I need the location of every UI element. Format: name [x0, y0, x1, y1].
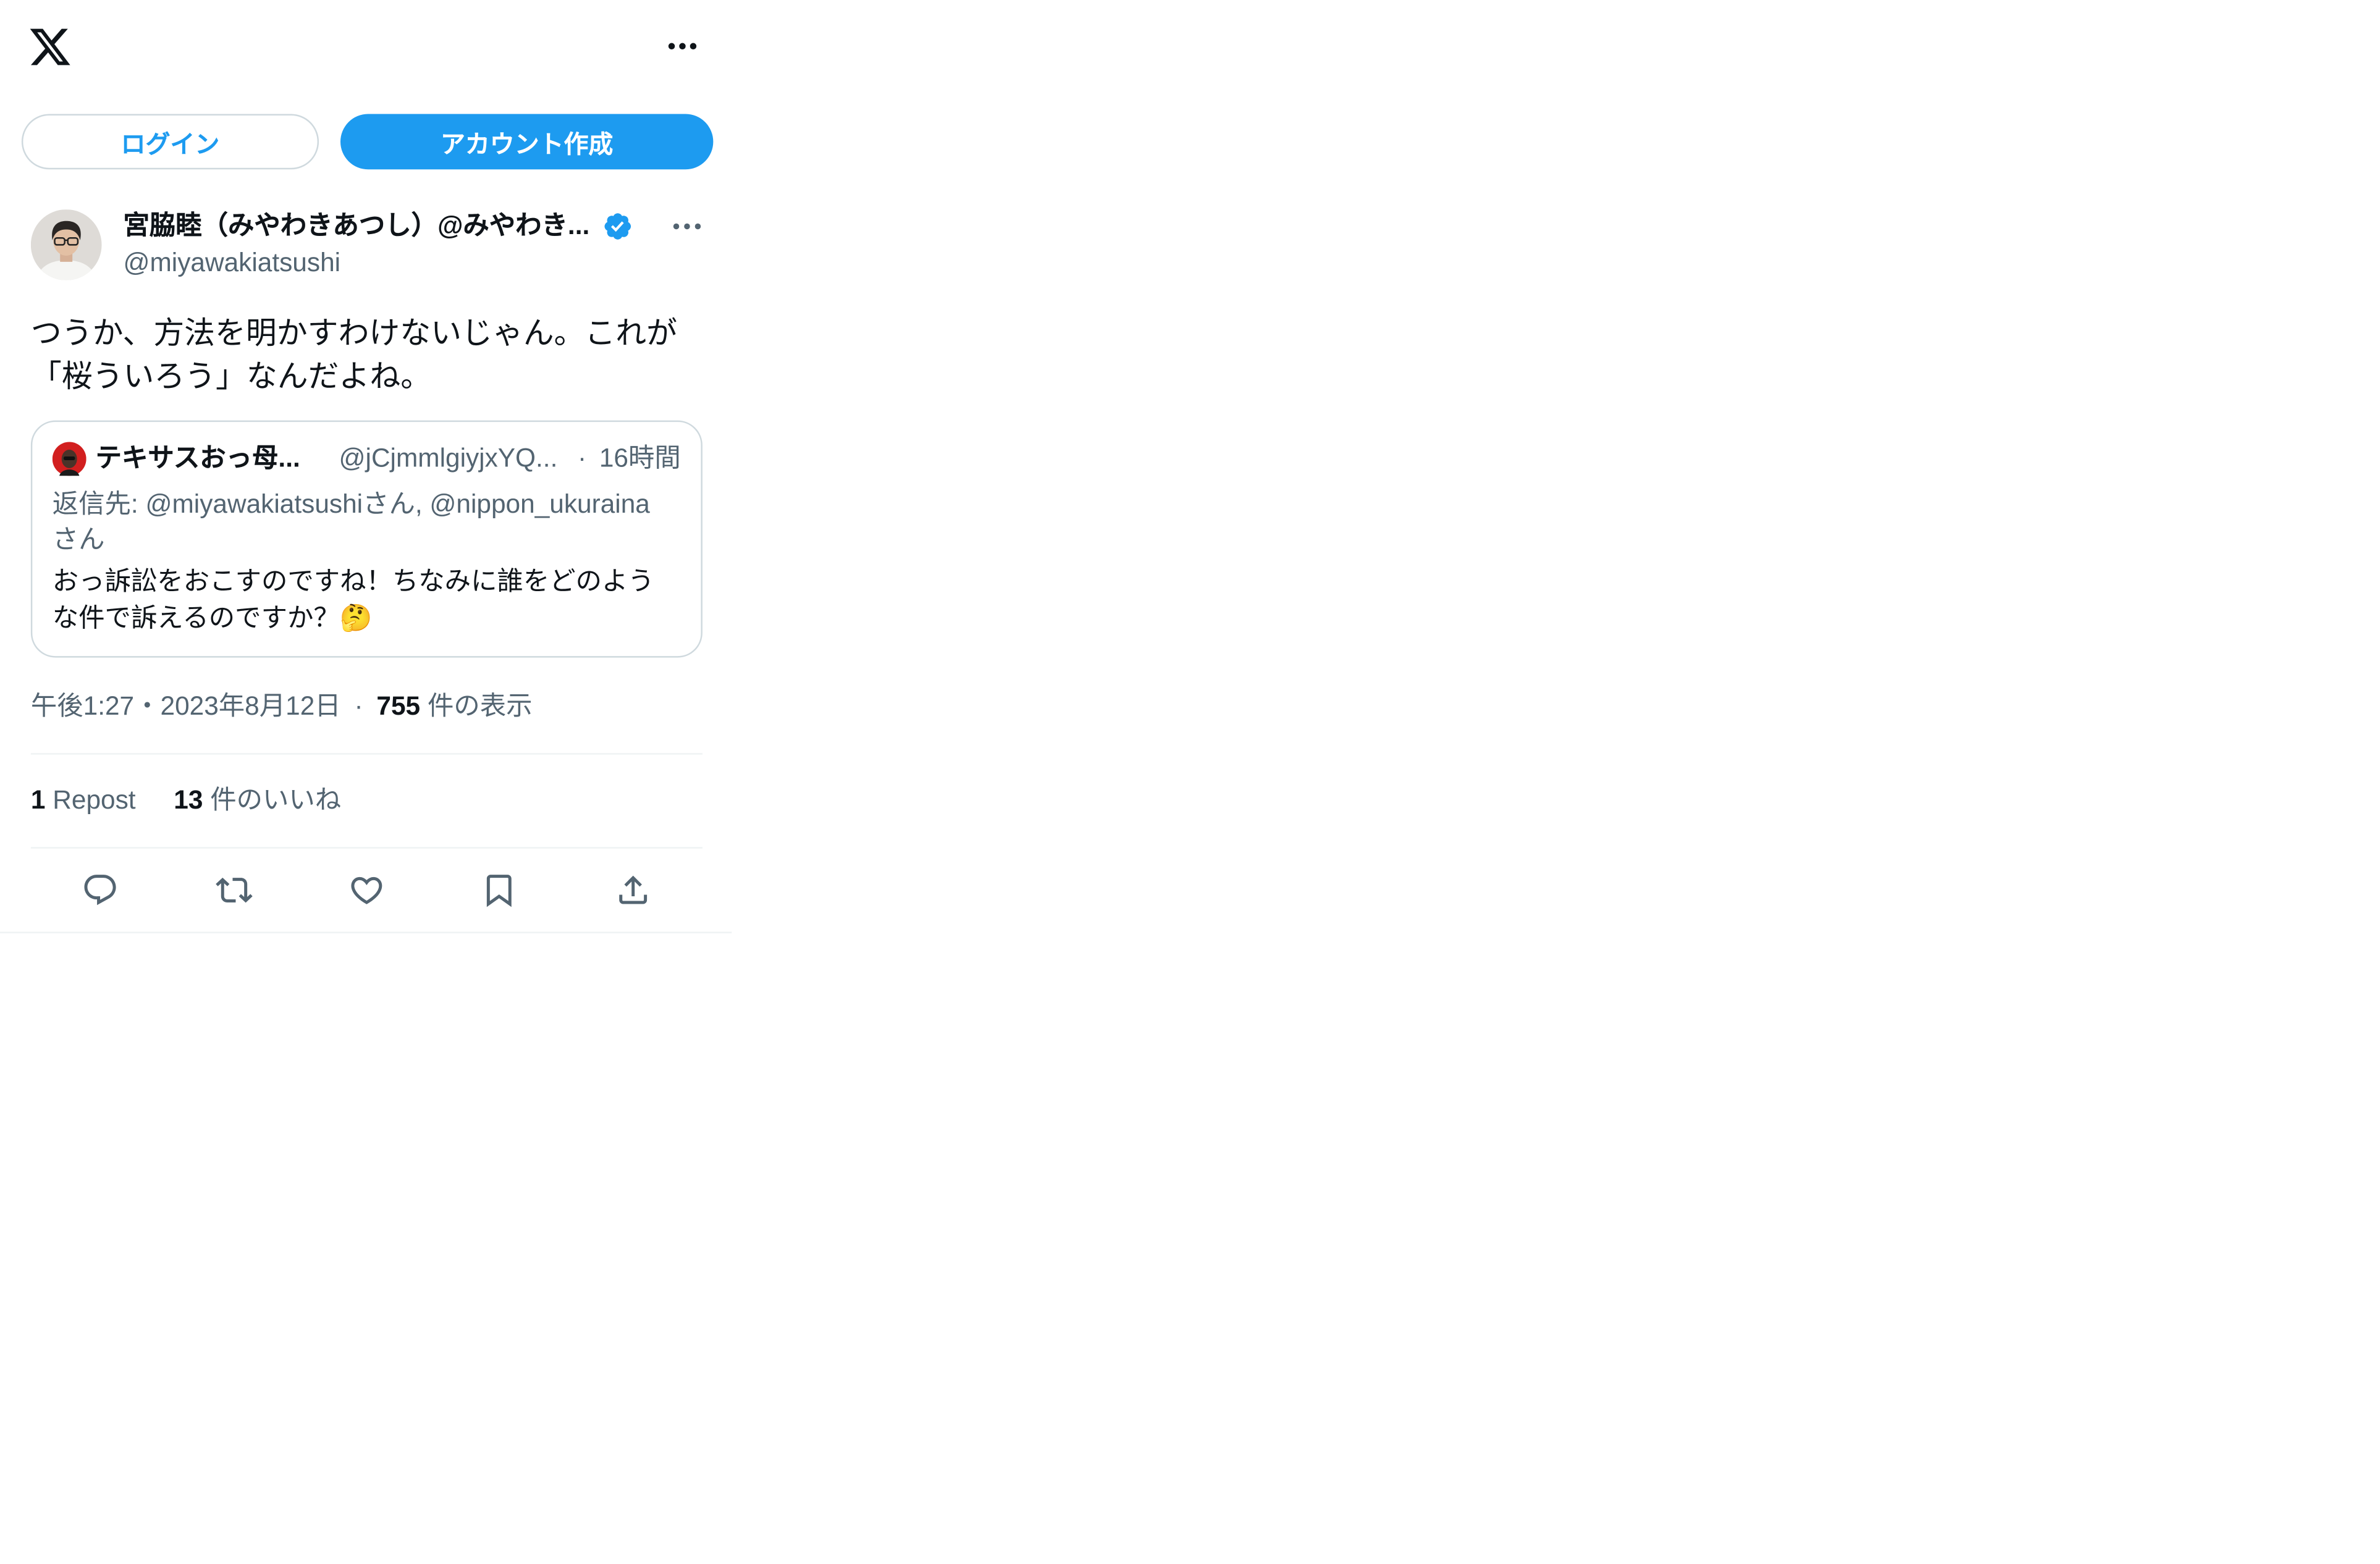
quoted-text-line: な件で訴えるのですか？🤔 — [52, 603, 373, 633]
quoted-text-line: おっ訴訟をおこすのですね！ちなみに誰をどのよう — [52, 566, 654, 596]
share-button[interactable] — [607, 864, 659, 917]
create-account-button-label: アカウント作成 — [441, 132, 614, 159]
quoted-time-separator: · — [577, 444, 587, 473]
quoted-author-name: テキサスおっ母... — [95, 444, 300, 473]
likes-label: 件のいいね — [210, 785, 342, 815]
views-count: 755 — [376, 691, 421, 721]
like-icon — [351, 877, 382, 904]
author-handle[interactable]: @miyawakiatsushi — [123, 246, 340, 280]
tweet-page: ログイン アカウント作成 宮脇睦（みやわきあつし）@みやわき... @miyaw… — [0, 0, 2380, 1563]
bookmark-button[interactable] — [473, 864, 525, 917]
share-icon — [619, 875, 648, 904]
meta-separator: · — [354, 691, 363, 721]
views-label: 件の表示 — [427, 691, 533, 721]
create-account-button[interactable]: アカウント作成 — [340, 114, 714, 170]
tweet-stats: 1 Repost 13 件のいいね — [31, 784, 341, 818]
like-button[interactable] — [340, 864, 393, 917]
avatar-image — [30, 209, 102, 280]
quoted-timestamp: 16時間 — [599, 444, 681, 473]
more-horizontal-icon[interactable] — [664, 34, 701, 59]
divider — [30, 847, 703, 849]
quoted-reply-to: 返信先: @miyawakiatsushiさん, @nippon_ukurain… — [52, 489, 650, 519]
x-logo-icon[interactable] — [28, 25, 72, 69]
login-button[interactable]: ログイン — [21, 114, 319, 170]
reposts-count: 1 — [30, 785, 46, 815]
quoted-reply-to: さん — [52, 525, 105, 555]
likes-count: 13 — [174, 785, 203, 815]
divider — [0, 931, 732, 933]
tweet-more-icon[interactable] — [670, 214, 704, 239]
tweet-text-line: 「桜ういろう」なんだよね。 — [30, 360, 432, 395]
tweet-text-line: つうか、方法を明かすわけないじゃん。これが — [30, 317, 678, 351]
reply-icon — [84, 875, 116, 906]
tweet-meta: 午後1:27・2023年8月12日 · 755 件の表示 — [31, 690, 533, 724]
bookmark-icon — [486, 875, 512, 907]
avatar[interactable] — [30, 209, 102, 280]
verified-badge-icon[interactable] — [602, 211, 633, 242]
repost-button[interactable] — [208, 864, 261, 917]
quoted-tweet-card[interactable]: テキサスおっ母... @jCjmmlgiyjxYQ... · 16時間 返信先:… — [30, 420, 703, 658]
reply-button[interactable] — [74, 864, 127, 917]
author-display-name[interactable]: 宮脇睦（みやわきあつし）@みやわき... — [123, 209, 597, 243]
login-button-label: ログイン — [120, 132, 220, 159]
reposts-stat[interactable]: 1 Repost — [31, 786, 136, 815]
tweet-timestamp[interactable]: 午後1:27・2023年8月12日 — [31, 691, 341, 720]
quoted-author-handle: @jCjmmlgiyjxYQ... — [339, 444, 558, 473]
repost-icon — [216, 877, 253, 903]
likes-stat[interactable]: 13 件のいいね — [174, 786, 341, 815]
reposts-label: Repost — [53, 785, 136, 815]
divider — [30, 753, 703, 755]
quoted-author-avatar — [52, 442, 87, 476]
